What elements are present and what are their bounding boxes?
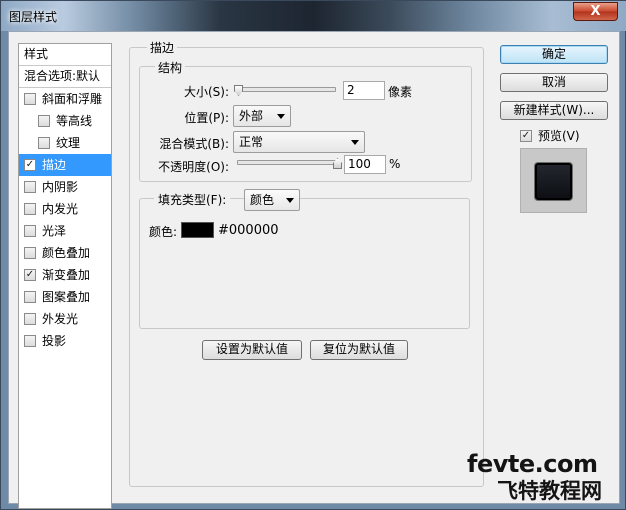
opacity-input[interactable]: 100 — [344, 155, 386, 174]
title-bar[interactable]: 图层样式 X — [1, 1, 626, 31]
style-item-label: 等高线 — [56, 113, 93, 128]
style-item[interactable]: 纹理 — [19, 132, 111, 154]
style-item[interactable]: 斜面和浮雕 — [19, 88, 111, 110]
size-label: 大小(S): — [183, 85, 229, 99]
style-checkbox[interactable] — [24, 225, 36, 237]
window-title: 图层样式 — [9, 10, 58, 24]
fill-type-select-value: 颜色 — [250, 193, 275, 207]
style-checkbox[interactable]: ✓ — [24, 269, 36, 281]
style-item[interactable]: ✓ 渐变叠加 — [19, 264, 111, 286]
style-checkbox[interactable] — [24, 247, 36, 259]
style-item-label: 纹理 — [56, 135, 81, 150]
cancel-button[interactable]: 取消 — [500, 73, 608, 92]
position-label: 位置(P): — [184, 111, 229, 125]
style-checkbox[interactable]: ✓ — [24, 159, 36, 171]
style-item-label: 光泽 — [42, 223, 67, 238]
preview-checkbox-row[interactable]: ✓ 预览(V) — [520, 127, 580, 144]
blend-mode-label: 混合模式(B): — [159, 137, 229, 151]
style-item-label: 投影 — [42, 333, 67, 348]
fill-type-label: 填充类型(F): — [154, 191, 231, 208]
opacity-unit: % — [389, 157, 401, 171]
size-unit: 像素 — [388, 85, 413, 99]
style-item-label: 斜面和浮雕 — [42, 91, 103, 106]
preview-label: 预览(V) — [538, 129, 580, 143]
style-item[interactable]: 颜色叠加 — [19, 242, 111, 264]
style-item[interactable]: 内发光 — [19, 198, 111, 220]
style-item-label: 渐变叠加 — [42, 267, 91, 282]
style-item[interactable]: 光泽 — [19, 220, 111, 242]
style-preview — [520, 148, 587, 213]
preview-checkbox[interactable]: ✓ — [520, 129, 532, 142]
style-item-label: 颜色叠加 — [42, 245, 91, 260]
style-checkbox[interactable] — [24, 335, 36, 347]
chevron-down-icon — [277, 114, 285, 119]
watermark-name: 飞特教程网 — [497, 479, 602, 503]
style-item[interactable]: 图案叠加 — [19, 286, 111, 308]
position-select[interactable]: 外部 — [233, 105, 291, 127]
style-item-label: 外发光 — [42, 311, 79, 326]
style-item[interactable]: 投影 — [19, 330, 111, 352]
style-checkbox[interactable] — [38, 137, 50, 149]
style-item-label: 内阴影 — [42, 179, 79, 194]
fill-type-select[interactable]: 颜色 — [244, 189, 300, 211]
styles-header[interactable]: 样式 — [19, 44, 111, 66]
reset-default-button[interactable]: 复位为默认值 — [310, 340, 408, 360]
position-select-value: 外部 — [239, 109, 264, 123]
color-label: 颜色: — [149, 225, 178, 239]
new-style-button[interactable]: 新建样式(W)... — [500, 101, 608, 120]
size-input[interactable]: 2 — [343, 81, 385, 100]
style-checkbox[interactable] — [24, 181, 36, 193]
chevron-down-icon — [286, 198, 294, 203]
blend-mode-select[interactable]: 正常 — [233, 131, 365, 153]
style-item-label: 图案叠加 — [42, 289, 91, 304]
style-item[interactable]: 内阴影 — [19, 176, 111, 198]
blend-mode-select-value: 正常 — [239, 135, 264, 149]
style-item[interactable]: 等高线 — [19, 110, 111, 132]
set-default-button[interactable]: 设置为默认值 — [202, 340, 302, 360]
color-swatch[interactable] — [181, 222, 214, 238]
style-checkbox[interactable] — [38, 115, 50, 127]
style-checkbox[interactable] — [24, 93, 36, 105]
fill-group — [139, 198, 470, 329]
style-item-label: 内发光 — [42, 201, 79, 216]
blending-options-item[interactable]: 混合选项:默认 — [19, 66, 111, 88]
style-checkbox[interactable] — [24, 203, 36, 215]
style-item[interactable]: ✓ 描边 — [19, 154, 111, 176]
preview-swatch — [535, 163, 572, 200]
ok-button[interactable]: 确定 — [500, 45, 608, 64]
watermark-site: fevte.com — [467, 450, 598, 478]
close-button[interactable]: X — [573, 2, 618, 21]
style-item[interactable]: 外发光 — [19, 308, 111, 330]
opacity-slider-track[interactable] — [237, 160, 339, 165]
style-checkbox[interactable] — [24, 291, 36, 303]
size-slider-track[interactable] — [234, 87, 336, 92]
structure-title: 结构 — [155, 59, 186, 76]
style-item-label: 描边 — [42, 157, 67, 172]
styles-list: 样式 混合选项:默认 斜面和浮雕等高线纹理 ✓ 描边内阴影内发光光泽颜色叠加 ✓ 渐变叠… — [18, 43, 112, 509]
style-checkbox[interactable] — [24, 313, 36, 325]
opacity-label: 不透明度(O): — [158, 160, 229, 174]
chevron-down-icon — [351, 140, 359, 145]
color-hex: #000000 — [218, 223, 279, 238]
layer-style-dialog: 图层样式 X 样式 混合选项:默认 斜面和浮雕 等高线 纹理 ✓ 描边 内阴影 内发光 光泽颜… — [0, 0, 626, 510]
stroke-section-title: 描边 — [147, 39, 178, 56]
